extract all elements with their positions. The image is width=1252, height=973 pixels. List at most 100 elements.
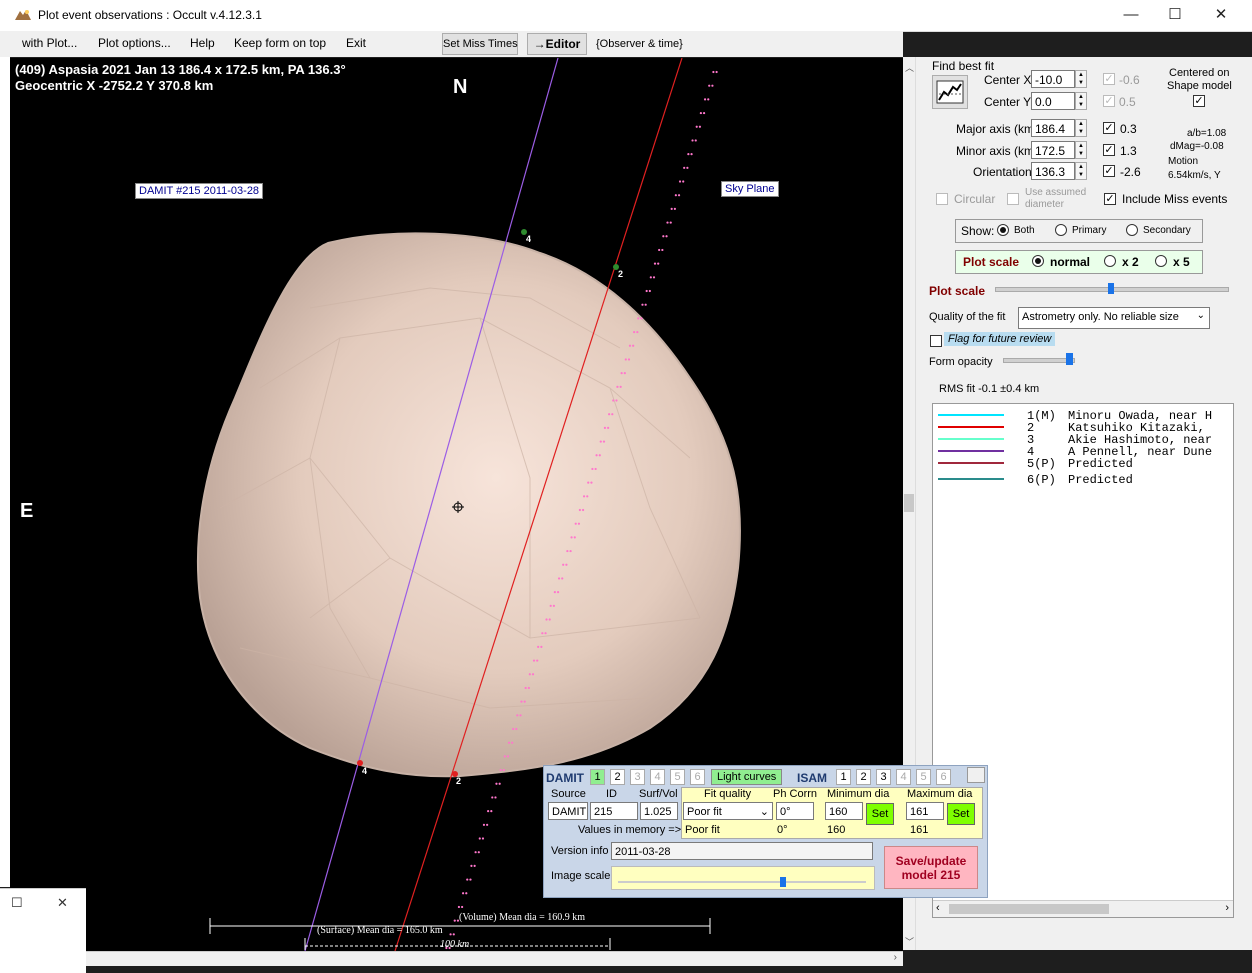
predicted-path-dot: [594, 467, 597, 471]
center-x-fix-checkbox[interactable]: ✓: [1103, 73, 1115, 85]
menu-with-plot[interactable]: with Plot...: [22, 36, 77, 50]
center-x-label: Center X: [984, 73, 1032, 87]
maximize-button[interactable]: ☐: [1152, 0, 1198, 31]
scale-normal-radio[interactable]: [1032, 255, 1044, 267]
find-best-fit-button[interactable]: [932, 75, 968, 109]
form-opacity-slider[interactable]: [1003, 353, 1075, 367]
center-y-spinner[interactable]: ▲ ▼: [1075, 92, 1087, 110]
predicted-path-dot: [586, 495, 589, 498]
damit-title: DAMIT: [546, 771, 584, 785]
min-dia-field[interactable]: 160: [825, 802, 863, 820]
quality-fit-dropdown[interactable]: Astrometry only. No reliable size ⌄: [1018, 307, 1210, 329]
centered-on-shape-checkbox[interactable]: ✓: [1193, 95, 1205, 107]
center-y-input[interactable]: 0.0: [1031, 92, 1075, 110]
id-label: ID: [606, 788, 617, 800]
image-scale-slider[interactable]: [611, 866, 875, 890]
flag-review-checkbox[interactable]: [930, 335, 942, 347]
small-window-restore-icon[interactable]: ☐: [11, 895, 23, 911]
damit-tab-5[interactable]: 5: [670, 769, 685, 785]
show-secondary-radio[interactable]: [1126, 224, 1138, 236]
observer-time-label[interactable]: {Observer & time}: [596, 38, 683, 50]
orientation-label: Orientation: [973, 165, 1032, 179]
damit-tab-1[interactable]: 1: [590, 769, 605, 785]
orientation-fix-checkbox[interactable]: ✓: [1103, 165, 1115, 177]
show-primary-radio[interactable]: [1055, 224, 1067, 236]
damit-tab-2[interactable]: 2: [610, 769, 625, 785]
use-assumed-checkbox[interactable]: [1007, 193, 1019, 205]
predicted-path-dot: [487, 810, 490, 813]
menu-help[interactable]: Help: [190, 36, 215, 50]
ph-corrn-field[interactable]: 0°: [776, 802, 814, 820]
flag-review-label: Flag for future review: [944, 332, 1056, 346]
show-both-radio[interactable]: [997, 224, 1009, 236]
close-button[interactable]: ✕: [1198, 0, 1244, 31]
predicted-path-dot: [528, 673, 531, 676]
isam-tab-3[interactable]: 3: [876, 769, 891, 785]
circular-checkbox[interactable]: [936, 193, 948, 205]
save-update-model-button[interactable]: Save/update model 215: [884, 846, 978, 889]
minor-axis-delta: 1.3: [1120, 144, 1137, 158]
set-miss-times-button[interactable]: Set Miss Times: [442, 33, 518, 55]
menu-plot-options[interactable]: Plot options...: [98, 36, 171, 50]
legend-line-swatch: [938, 462, 1004, 464]
predicted-path-dot: [670, 207, 673, 210]
minor-axis-fix-checkbox[interactable]: ✓: [1103, 144, 1115, 156]
background-window-edge: [0, 57, 10, 887]
max-dia-field[interactable]: 161: [906, 802, 944, 820]
minimize-button[interactable]: —: [1108, 0, 1154, 31]
predicted-path-dot: [691, 139, 694, 142]
isam-tab-4[interactable]: 4: [896, 769, 911, 785]
predicted-path-dot: [582, 495, 586, 498]
show-label: Show:: [961, 224, 995, 238]
damit-panel-toggle[interactable]: [967, 767, 985, 783]
source-field[interactable]: DAMIT: [548, 802, 588, 820]
motion-value: 6.54km/s, Y: [1168, 170, 1221, 181]
app-icon: [15, 10, 31, 20]
background-small-window: ☐ ✕: [0, 888, 86, 973]
small-window-close-icon[interactable]: ✕: [57, 895, 68, 911]
legend-horizontal-scrollbar[interactable]: ‹ ›: [933, 900, 1233, 917]
plot-horizontal-scrollbar[interactable]: ›: [86, 951, 903, 966]
fit-quality-dropdown[interactable]: Poor fit ⌄: [683, 802, 773, 820]
predicted-path-dot: [506, 755, 510, 758]
center-x-input[interactable]: -10.0: [1031, 70, 1075, 88]
scale-x2-radio[interactable]: [1104, 255, 1116, 267]
id-field[interactable]: 215: [590, 802, 638, 820]
major-axis-fix-checkbox[interactable]: ✓: [1103, 122, 1115, 134]
set-min-dia-button[interactable]: Set: [866, 803, 894, 825]
editor-button[interactable]: →Editor: [527, 33, 587, 55]
light-curves-button[interactable]: Light curves: [711, 769, 783, 785]
damit-tab-6[interactable]: 6: [690, 769, 705, 785]
isam-tab-1[interactable]: 1: [836, 769, 851, 785]
isam-tab-6[interactable]: 6: [936, 769, 951, 785]
major-axis-input[interactable]: 186.4: [1031, 119, 1075, 137]
damit-tab-3[interactable]: 3: [630, 769, 645, 785]
predicted-path-dot: [452, 933, 455, 936]
minor-axis-spinner[interactable]: ▲ ▼: [1075, 141, 1087, 159]
surf-vol-field[interactable]: 1.025: [640, 802, 678, 820]
scale-x5-radio[interactable]: [1155, 255, 1167, 267]
center-y-fix-checkbox[interactable]: ✓: [1103, 95, 1115, 107]
minor-axis-input[interactable]: 172.5: [1031, 141, 1075, 159]
center-x-spinner[interactable]: ▲ ▼: [1075, 70, 1087, 88]
plot-scale-slider[interactable]: [995, 283, 1229, 295]
major-axis-spinner[interactable]: ▲ ▼: [1075, 119, 1087, 137]
predicted-path-dot: [552, 604, 555, 607]
menu-keep-on-top[interactable]: Keep form on top: [234, 36, 326, 50]
damit-tab-4[interactable]: 4: [650, 769, 665, 785]
predicted-path-dot: [587, 481, 590, 484]
predicted-path-dot: [683, 166, 686, 169]
version-info-label: Version info: [551, 845, 609, 857]
predicted-path-dot: [557, 577, 561, 580]
orientation-spinner[interactable]: ▲ ▼: [1075, 162, 1087, 180]
menu-exit[interactable]: Exit: [346, 36, 366, 50]
orientation-input[interactable]: 136.3: [1031, 162, 1075, 180]
isam-tab-5[interactable]: 5: [916, 769, 931, 785]
source-label: Source: [551, 788, 586, 800]
predicted-path-dot: [532, 659, 536, 662]
set-max-dia-button[interactable]: Set: [947, 803, 975, 825]
include-miss-checkbox[interactable]: ✓: [1104, 193, 1116, 205]
isam-tab-2[interactable]: 2: [856, 769, 871, 785]
image-scale-label: Image scale: [551, 870, 611, 882]
version-info-field[interactable]: 2011-03-28: [611, 842, 873, 860]
